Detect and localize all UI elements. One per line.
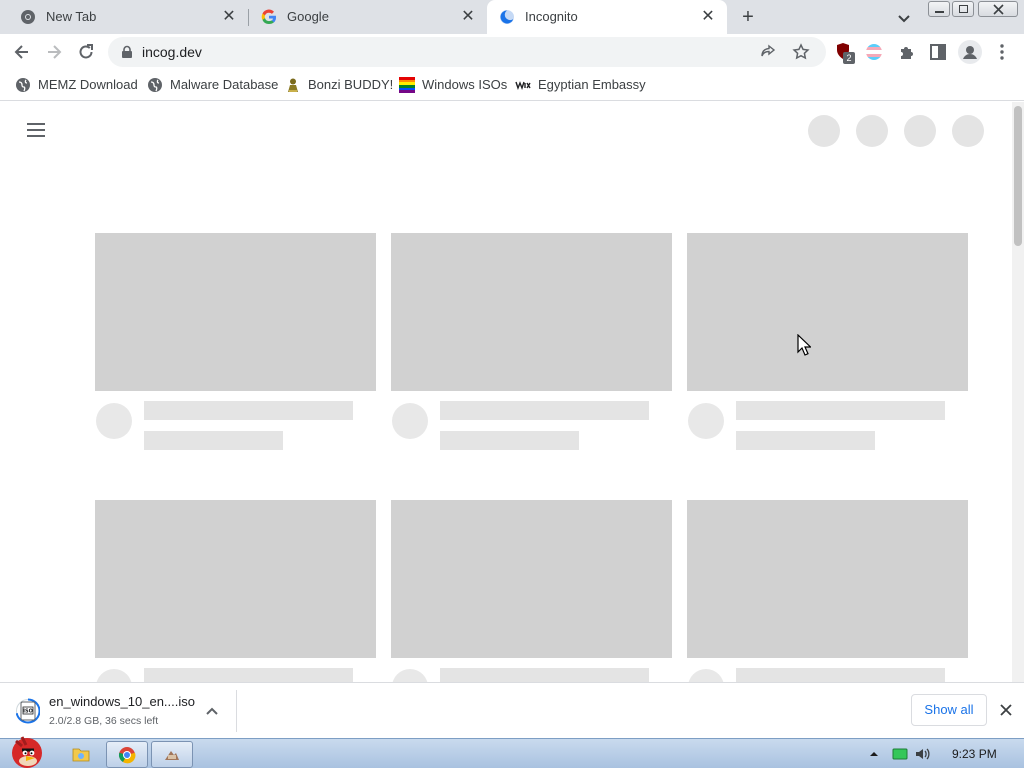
flag-extension-icon[interactable] [866, 44, 882, 60]
battery-icon[interactable] [892, 747, 908, 761]
header-placeholder-circle [808, 115, 840, 147]
tab-title: Incognito [525, 9, 578, 24]
avatar-placeholder [96, 403, 132, 439]
taskbar-chrome-button[interactable] [106, 741, 148, 768]
new-tab-button[interactable]: + [737, 6, 759, 28]
file-explorer-icon[interactable] [71, 744, 91, 764]
bookmark-star-icon[interactable] [792, 43, 810, 61]
minimize-icon [935, 11, 944, 13]
vertical-scrollbar[interactable] [1012, 102, 1024, 682]
iso-file-icon: ISO [16, 698, 40, 724]
thumbnail-placeholder [687, 233, 968, 391]
subtitle-placeholder [736, 431, 875, 450]
avatar-placeholder [392, 669, 428, 682]
bookmark-label: Malware Database [170, 77, 279, 92]
avatar-placeholder [96, 669, 132, 682]
reload-icon[interactable] [76, 42, 96, 62]
back-icon[interactable] [12, 42, 32, 62]
start-button-angry-bird-icon[interactable] [2, 731, 50, 769]
avatar-placeholder [392, 403, 428, 439]
title-placeholder [144, 401, 353, 420]
tab-new-tab[interactable]: New Tab ✕ [8, 0, 248, 34]
avatar-placeholder [688, 403, 724, 439]
tab-google[interactable]: Google ✕ [249, 0, 487, 34]
download-separator [236, 690, 237, 732]
thumbnail-placeholder [391, 233, 672, 391]
chrome-icon [118, 747, 136, 764]
title-placeholder [144, 668, 353, 682]
page-content [0, 102, 1012, 682]
tab-title: New Tab [46, 9, 97, 24]
tab-title: Google [287, 9, 329, 24]
volume-icon[interactable] [914, 746, 932, 762]
restore-icon [959, 5, 968, 13]
title-placeholder [440, 401, 649, 420]
chevron-down-icon[interactable] [894, 8, 914, 28]
header-placeholder-circle [904, 115, 936, 147]
thumbnail-placeholder [95, 500, 376, 658]
globe-icon [148, 78, 162, 92]
tab-strip: New Tab ✕ Google ✕ Incognito ✕ + [0, 0, 1024, 34]
app-icon [165, 751, 179, 760]
wix-icon [515, 81, 531, 91]
close-tab-icon[interactable]: ✕ [220, 8, 238, 26]
scrollbar-thumb[interactable] [1014, 106, 1022, 246]
browser-toolbar: incog.dev 2 [0, 34, 1024, 70]
chevron-up-icon[interactable] [204, 703, 220, 719]
avatar-placeholder [688, 669, 724, 682]
title-placeholder [736, 401, 945, 420]
subtitle-placeholder [144, 431, 283, 450]
download-filename: en_windows_10_en....iso [49, 694, 195, 709]
bonzi-icon [288, 78, 298, 92]
tab-incognito[interactable]: Incognito ✕ [487, 0, 727, 34]
restore-button[interactable] [952, 1, 974, 17]
bookmark-label: Windows ISOs [422, 77, 508, 92]
title-placeholder [736, 668, 945, 682]
menu-button[interactable] [27, 123, 45, 137]
url-text[interactable]: incog.dev [142, 44, 202, 60]
address-bar[interactable]: incog.dev [108, 37, 826, 67]
thumbnail-placeholder [95, 233, 376, 391]
bookmark-label: Bonzi BUDDY! [308, 77, 394, 92]
close-tab-icon[interactable]: ✕ [459, 8, 477, 26]
bookmark-label: MEMZ Download [38, 77, 138, 92]
thumbnail-placeholder [391, 500, 672, 658]
subtitle-placeholder [440, 431, 579, 450]
taskbar-app-button[interactable] [151, 741, 193, 768]
close-window-button[interactable] [978, 1, 1018, 17]
show-hidden-icons-icon[interactable] [868, 749, 880, 759]
taskbar-clock[interactable]: 9:23 PM [952, 747, 997, 761]
taskbar: 9:23 PM [0, 736, 1024, 768]
person-icon [963, 46, 977, 59]
ublock-extension-button[interactable]: 2 [835, 42, 857, 64]
lock-icon[interactable] [120, 45, 134, 59]
thumbnail-placeholder [687, 500, 968, 658]
forward-icon[interactable] [44, 42, 64, 62]
title-placeholder [440, 668, 649, 682]
profile-avatar-button[interactable] [958, 40, 982, 64]
bookmark-label: Egyptian Embassy [538, 77, 646, 92]
mouse-cursor-icon [797, 334, 811, 356]
header-placeholder-circle [856, 115, 888, 147]
header-placeholder-circle [952, 115, 984, 147]
download-status: 2.0/2.8 GB, 36 secs left [49, 715, 159, 727]
minimize-button[interactable] [928, 1, 950, 17]
incognito-icon [500, 10, 514, 24]
google-icon [261, 9, 277, 25]
puzzle-icon[interactable] [897, 42, 917, 62]
chrome-icon [21, 10, 35, 24]
close-icon[interactable] [998, 702, 1014, 718]
close-icon [993, 4, 1004, 15]
windows-flag-icon [399, 77, 415, 93]
more-options-icon[interactable] [992, 42, 1012, 62]
extension-badge: 2 [843, 52, 855, 64]
download-shelf: ISO en_windows_10_en....iso 2.0/2.8 GB, … [0, 682, 1024, 738]
share-icon[interactable] [760, 44, 776, 60]
iso-label: ISO [23, 709, 33, 715]
close-tab-icon[interactable]: ✕ [699, 8, 717, 26]
side-panel-icon[interactable] [928, 42, 948, 62]
bookmarks-bar: MEMZ Download Malware Database Bonzi BUD… [0, 70, 1024, 101]
globe-icon [16, 78, 30, 92]
show-all-button[interactable]: Show all [911, 694, 987, 726]
